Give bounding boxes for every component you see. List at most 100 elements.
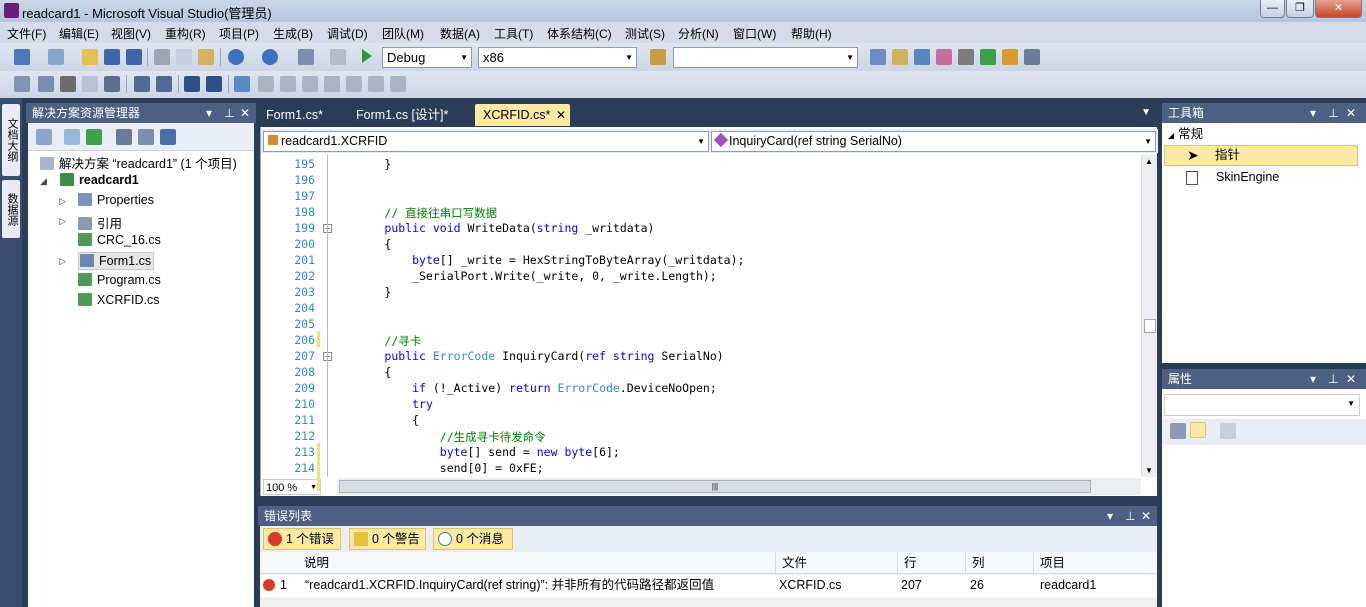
decrease-indent-icon[interactable] [134,76,150,92]
cut-icon[interactable] [154,49,170,65]
menu-build[interactable]: 生成(B) [273,25,313,42]
next-bookmark-document-icon[interactable] [368,76,384,92]
column-description[interactable]: 说明 [300,552,776,574]
command-window-icon[interactable] [1024,49,1040,65]
horizontal-scroll-thumb[interactable]: ||| [339,480,1091,493]
class-view-icon[interactable] [1002,49,1018,65]
toolbox-group-general[interactable]: ◢ 常规 [1164,125,1362,143]
code-line[interactable]: send[0] = 0xFE; [329,461,544,475]
data-sources-tab[interactable]: 数据源 [2,180,20,238]
comment-lines-icon[interactable] [184,76,200,92]
messages-filter-button[interactable]: 0 个消息 [433,528,513,550]
alphabetical-icon[interactable] [1190,422,1206,438]
expand-arrow-icon[interactable]: ▷ [59,216,66,227]
errors-filter-button[interactable]: 1 个错误 [263,528,341,550]
tree-item-xcrfid[interactable]: XCRFID.cs [78,293,160,307]
open-file-icon[interactable] [82,49,98,65]
zoom-combo[interactable]: 100 % ▼ [263,479,321,495]
tab-xcrfid-cs[interactable]: XCRFID.cs* ✕ [475,104,570,126]
dropdown-icon[interactable]: ▾ [1107,506,1113,526]
pin-icon[interactable]: ⊥ [224,103,234,123]
start-page-icon[interactable] [980,49,996,65]
horizontal-scrollbar[interactable]: ||| [337,478,1141,495]
find-in-files-icon[interactable] [650,49,666,65]
class-combo[interactable]: readcard1.XCRFID ▼ [263,131,709,152]
expand-arrow-icon[interactable]: ▷ [59,196,66,207]
code-line[interactable]: byte[] send = new byte[6]; [329,445,620,459]
menu-view[interactable]: 视图(V) [111,25,151,42]
menu-file[interactable]: 文件(F) [7,25,46,42]
code-line[interactable]: { [329,413,419,427]
menu-window[interactable]: 窗口(W) [733,25,776,42]
properties-object-combo[interactable]: ▼ [1164,394,1360,416]
toolbox-item-skinengine[interactable]: SkinEngine [1164,168,1358,189]
tree-item-project[interactable]: readcard1 [60,173,139,187]
dropdown-icon[interactable]: ▾ [1310,103,1316,123]
code-line[interactable]: //寻卡 [329,333,421,349]
navigate-backward-icon[interactable] [298,49,314,65]
previous-bookmark-icon[interactable] [258,76,274,92]
complete-word-icon[interactable] [82,76,98,92]
scroll-thumb[interactable] [1144,319,1156,333]
next-bookmark-folder-icon[interactable] [324,76,340,92]
menu-data[interactable]: 数据(A) [440,25,480,42]
view-class-diagram-icon[interactable] [160,129,176,145]
property-pages-icon[interactable] [1220,423,1236,439]
scroll-down-icon[interactable]: ▼ [1145,466,1153,475]
column-file[interactable]: 文件 [778,552,898,574]
clear-bookmarks-icon[interactable] [390,76,406,92]
code-line[interactable]: _SerialPort.Write(_write, 0, _write.Leng… [329,269,717,283]
view-designer-icon[interactable] [138,129,154,145]
expand-arrow-icon[interactable]: ▷ [59,256,66,267]
next-bookmark-icon[interactable] [280,76,296,92]
save-icon[interactable] [104,49,120,65]
column-line[interactable]: 行 [900,552,966,574]
code-line[interactable]: } [329,285,391,299]
close-icon[interactable]: ✕ [1346,103,1356,123]
quick-info-icon[interactable] [60,76,76,92]
tree-item-properties[interactable]: Properties [78,193,154,207]
active-files-dropdown-icon[interactable]: ▼ [1141,107,1151,118]
table-row[interactable]: 1 “readcard1.XCRFID.InquiryCard(ref stri… [260,575,1157,597]
pin-icon[interactable]: ⊥ [1328,103,1338,123]
tree-item-program[interactable]: Program.cs [78,273,161,287]
close-icon[interactable]: ✕ [240,103,250,123]
categorized-icon[interactable] [1170,423,1186,439]
toolbox-item-pointer[interactable]: ➤ 指针 [1164,145,1358,166]
code-line[interactable]: //生成寻卡待发命令 [329,429,546,445]
tree-item-form1[interactable]: Form1.cs [78,252,155,270]
toggle-completion-mode-icon[interactable] [104,76,120,92]
paste-icon[interactable] [198,49,214,65]
show-all-files-icon[interactable] [64,129,80,145]
solution-explorer-icon[interactable] [870,49,886,65]
dropdown-icon[interactable]: ▾ [1310,369,1316,389]
code-line[interactable]: try [329,397,433,411]
menu-test[interactable]: 测试(S) [625,25,665,42]
tree-item-crc16[interactable]: CRC_16.cs [78,233,161,247]
navigate-forward-icon[interactable] [330,49,346,65]
properties-icon[interactable] [36,129,52,145]
close-icon[interactable]: ✕ [1346,369,1356,389]
tree-item-references[interactable]: 引用 [78,213,122,232]
vertical-scrollbar[interactable]: ▲ ▼ [1141,155,1157,477]
save-all-icon[interactable] [126,49,142,65]
tree-item-solution[interactable]: 解决方案 “readcard1” (1 个项目) [40,153,237,172]
properties-window-icon[interactable] [892,49,908,65]
find-combo[interactable]: ▼ [673,47,858,68]
solution-config-combo[interactable]: Debug ▼ [382,47,472,68]
toolbox-icon[interactable] [936,49,952,65]
increase-indent-icon[interactable] [156,76,172,92]
parameter-info-icon[interactable] [38,76,54,92]
previous-bookmark-folder-icon[interactable] [302,76,318,92]
close-tab-icon[interactable]: ✕ [556,104,566,126]
column-column[interactable]: 列 [968,552,1034,574]
start-debugging-icon[interactable] [362,49,372,63]
display-object-member-list-icon[interactable] [14,76,30,92]
uncomment-lines-icon[interactable] [206,76,222,92]
collapse-arrow-icon[interactable]: ◢ [40,176,47,187]
code-line[interactable]: } [329,157,391,171]
member-combo[interactable]: InquiryCard(ref string SerialNo) ▼ [711,131,1156,152]
code-line[interactable]: { [329,365,391,379]
minimize-button[interactable]: — [1260,0,1285,18]
platform-combo[interactable]: x86 ▼ [478,47,637,68]
